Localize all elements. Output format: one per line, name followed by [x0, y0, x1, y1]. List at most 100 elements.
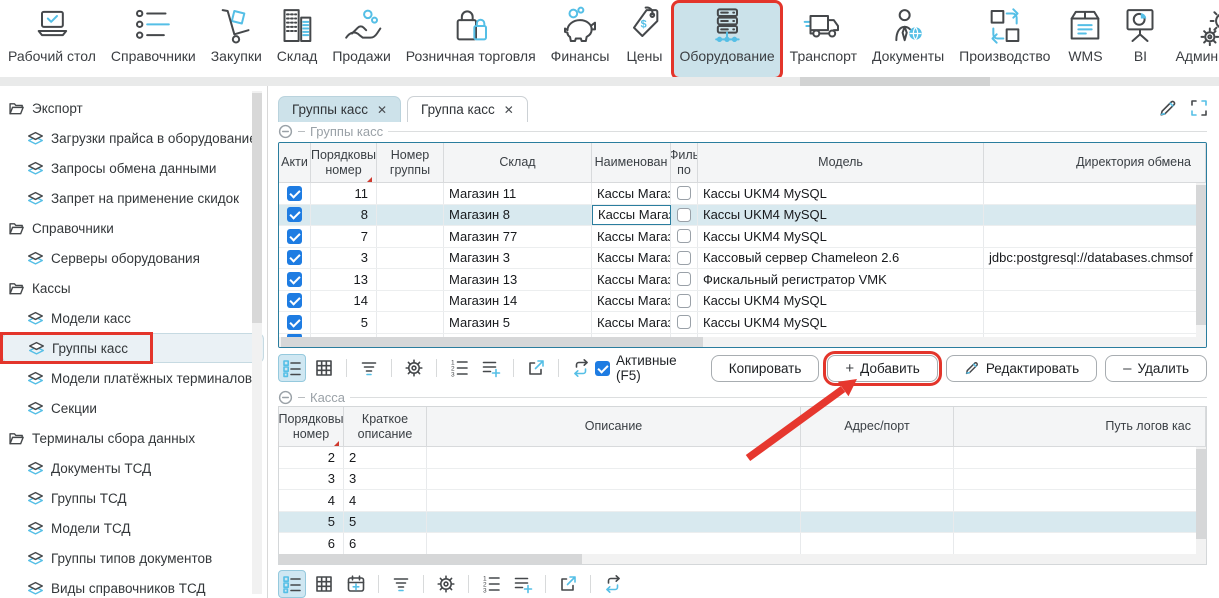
cell-active[interactable] — [279, 269, 311, 290]
cell-group[interactable] — [377, 205, 444, 226]
sidebar-item-discount-ban[interactable]: Запрет на применение скидок — [0, 183, 267, 213]
cell-logs[interactable] — [954, 533, 1206, 554]
cell-dir[interactable]: jdbc:postgresql://databases.chmsof — [984, 248, 1206, 269]
cell-dir[interactable] — [984, 183, 1206, 204]
column-header-num[interactable]: Порядковыномер — [311, 143, 377, 182]
cell-model[interactable]: Фискальный регистратор VMK — [698, 269, 984, 290]
checkbox-unchecked[interactable] — [677, 315, 691, 329]
cell-filter[interactable] — [671, 183, 698, 204]
sidebar-item-tsd-models[interactable]: Модели ТСД — [0, 513, 267, 543]
cell-name[interactable]: Кассы Магази — [592, 291, 671, 312]
cell-active[interactable] — [279, 248, 311, 269]
collapse-icon[interactable] — [278, 390, 293, 405]
ribbon-item-production[interactable]: Производство — [954, 3, 1055, 77]
column-header-model[interactable]: Модель — [698, 143, 984, 182]
cell-short[interactable]: 4 — [344, 490, 427, 511]
cell-dir[interactable] — [984, 205, 1206, 226]
table-row[interactable]: 11Магазин 11Кассы МагазиКассы UKM4 MySQL — [279, 183, 1206, 205]
table-row[interactable]: 5Магазин 5Кассы МагазиКассы UKM4 MySQL — [279, 312, 1206, 334]
calendar-button[interactable] — [342, 570, 370, 598]
cell-name[interactable]: Кассы Магази — [592, 183, 671, 204]
table-row[interactable]: 55 — [279, 512, 1206, 534]
column-header-logs[interactable]: Путь логов кас — [954, 407, 1206, 446]
grid-button[interactable] — [310, 354, 338, 382]
column-header-filter[interactable]: Фильпо — [671, 143, 698, 182]
sidebar-item-export[interactable]: Экспорт — [0, 93, 267, 123]
sidebar-item-tsd-documents[interactable]: Документы ТСД — [0, 453, 267, 483]
refresh-button[interactable] — [599, 570, 627, 598]
checkbox-unchecked[interactable] — [677, 251, 691, 265]
cell-warehouse[interactable]: Магазин 13 — [444, 269, 592, 290]
checkbox-checked[interactable] — [287, 272, 302, 287]
cell-short[interactable]: 3 — [344, 469, 427, 490]
column-header-num[interactable]: Порядковыномер — [279, 407, 344, 446]
column-header-dir[interactable]: Директория обмена — [984, 143, 1206, 182]
active-filter-checkbox[interactable] — [595, 361, 610, 376]
cell-logs[interactable] — [954, 512, 1206, 533]
sidebar-item-exchange-requests[interactable]: Запросы обмена данными — [0, 153, 267, 183]
cell-num[interactable]: 4 — [279, 490, 344, 511]
table-row[interactable]: 14Магазин 14Кассы МагазиКассы UKM4 MySQL — [279, 291, 1206, 313]
ribbon-item-desktop[interactable]: Рабочий стол — [3, 3, 101, 77]
cell-warehouse[interactable]: Магазин 3 — [444, 248, 592, 269]
scrollbar-thumb[interactable] — [279, 554, 582, 564]
cell-name[interactable]: Кассы Магази — [592, 312, 671, 333]
ribbon-item-equipment[interactable]: Оборудование — [674, 3, 779, 77]
cell-num[interactable]: 14 — [311, 291, 377, 312]
cell-model[interactable]: Кассовый сервер Chameleon 2.6 — [698, 248, 984, 269]
cell-desc[interactable] — [427, 447, 801, 468]
sidebar-item-doc-type-groups[interactable]: Группы типов документов — [0, 543, 267, 573]
add-row-button[interactable] — [477, 354, 505, 382]
cell-addr[interactable] — [801, 512, 954, 533]
cell-group[interactable] — [377, 226, 444, 247]
cell-filter[interactable] — [671, 226, 698, 247]
cell-dir[interactable] — [984, 312, 1206, 333]
cell-filter[interactable] — [671, 269, 698, 290]
table-row[interactable]: 8Магазин 8Кассы МагазиКассы UKM4 MySQL — [279, 205, 1206, 227]
scrollbar-thumb[interactable] — [1196, 185, 1206, 325]
table-row[interactable]: 7Магазин 77Кассы МагазиКассы UKM4 MySQL — [279, 226, 1206, 248]
ribbon-item-catalogs[interactable]: Справочники — [106, 3, 201, 77]
cell-num[interactable]: 5 — [311, 312, 377, 333]
ribbon-item-finance[interactable]: Финансы — [546, 3, 615, 77]
cell-model[interactable]: Кассы UKM4 MySQL — [698, 183, 984, 204]
cell-num[interactable]: 7 — [311, 226, 377, 247]
sidebar-item-cash-models[interactable]: Модели касс — [0, 303, 267, 333]
sidebar-item-tsd-catalog-kinds[interactable]: Виды справочников ТСД — [0, 573, 267, 598]
refresh-button[interactable] — [567, 354, 595, 382]
external-link-button[interactable] — [522, 354, 550, 382]
checkbox-checked[interactable] — [287, 315, 302, 330]
table-row[interactable]: 3Магазин 3Кассы МагазиКассовый сервер Ch… — [279, 248, 1206, 270]
cell-addr[interactable] — [801, 533, 954, 554]
cell-model[interactable]: Кассы UKM4 MySQL — [698, 291, 984, 312]
copy-button[interactable]: Копировать — [711, 355, 820, 382]
cell-group[interactable] — [377, 291, 444, 312]
cell-desc[interactable] — [427, 512, 801, 533]
cell-logs[interactable] — [954, 469, 1206, 490]
cell-model[interactable]: Кассы UKM4 MySQL — [698, 226, 984, 247]
filter-button[interactable] — [355, 354, 383, 382]
cell-active[interactable] — [279, 291, 311, 312]
sidebar-scrollbar[interactable] — [252, 91, 262, 594]
cell-active[interactable] — [279, 205, 311, 226]
cell-name[interactable]: Кассы Магази — [592, 226, 671, 247]
column-header-short[interactable]: Краткоеописание — [344, 407, 427, 446]
scrollbar-thumb[interactable] — [1196, 449, 1206, 539]
checkbox-checked[interactable] — [287, 229, 302, 244]
numbered-list-button[interactable]: 123 — [445, 354, 473, 382]
scrollbar-thumb[interactable] — [281, 337, 703, 347]
column-header-name[interactable]: Наименован — [592, 143, 671, 182]
cell-short[interactable]: 2 — [344, 447, 427, 468]
cell-group[interactable] — [377, 269, 444, 290]
cell-short[interactable]: 5 — [344, 512, 427, 533]
ribbon-item-transport[interactable]: Транспорт — [785, 3, 862, 77]
expand-icon[interactable] — [1189, 98, 1209, 118]
cell-name[interactable]: Кассы Магази — [592, 248, 671, 269]
sidebar-item-cash-registers[interactable]: Кассы — [0, 273, 267, 303]
cell-active[interactable] — [279, 226, 311, 247]
cell-addr[interactable] — [801, 469, 954, 490]
sidebar-item-payment-terminal-models[interactable]: Модели платёжных терминалов — [0, 363, 267, 393]
ribbon-scrollbar-thumb[interactable] — [800, 77, 990, 86]
column-header-warehouse[interactable]: Склад — [444, 143, 592, 182]
column-header-group[interactable]: Номергруппы — [377, 143, 444, 182]
